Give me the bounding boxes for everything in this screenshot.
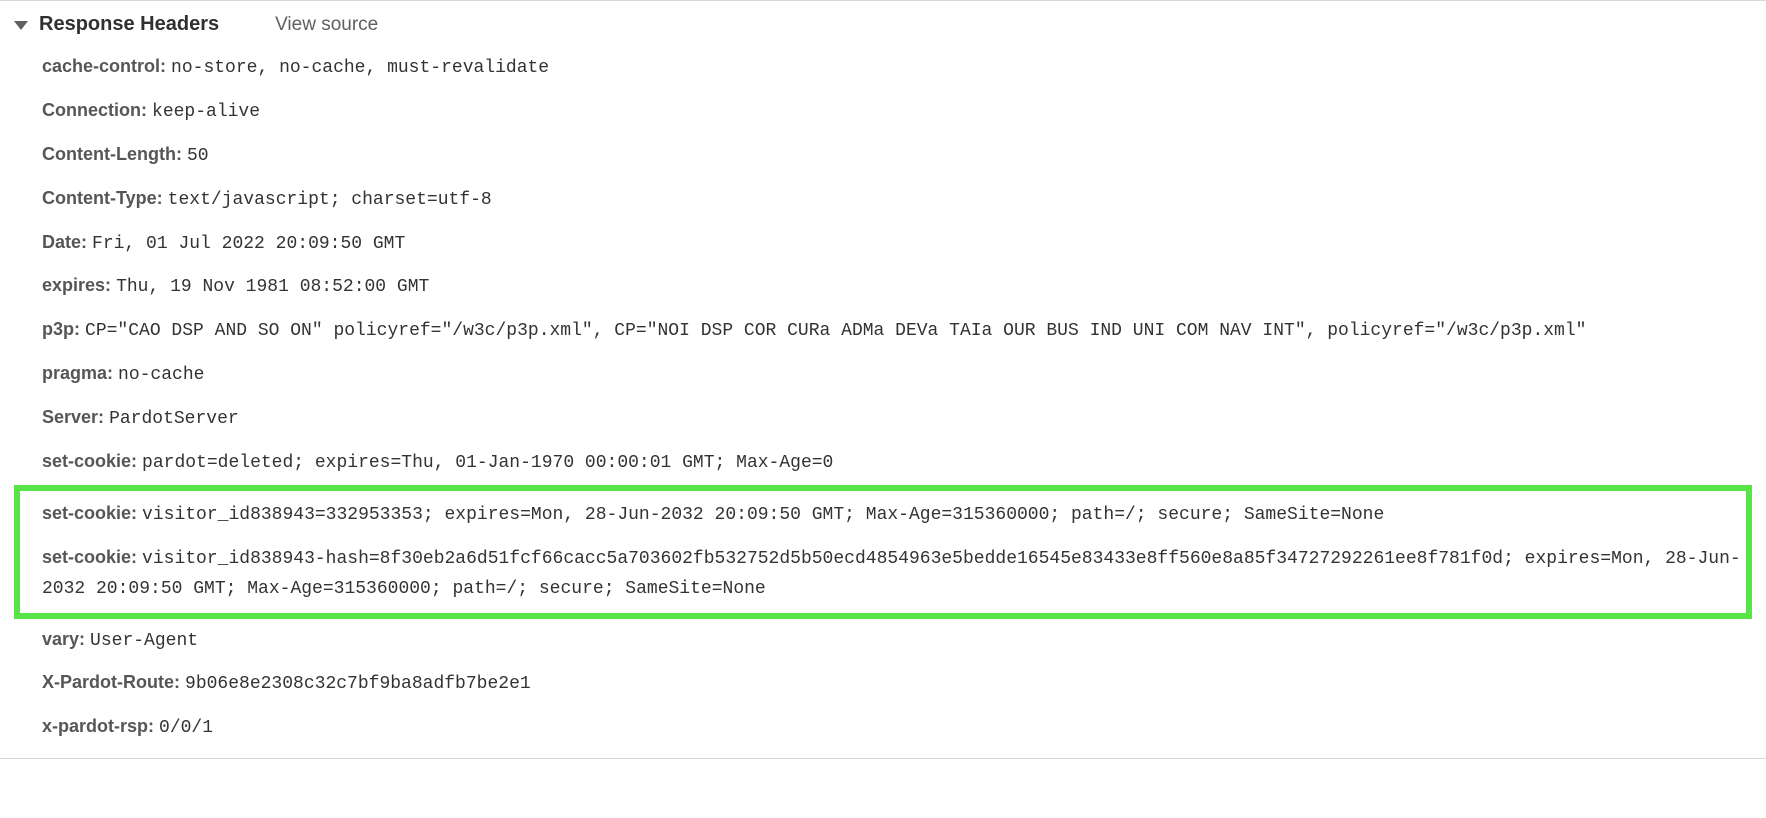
header-value: 9b06e8e2308c32c7bf9ba8adfb7be2e1 xyxy=(185,674,531,694)
header-name: Server: xyxy=(42,407,104,427)
header-value: Fri, 01 Jul 2022 20:09:50 GMT xyxy=(92,234,405,254)
header-value: text/javascript; charset=utf-8 xyxy=(168,190,492,210)
header-value: no-store, no-cache, must-revalidate xyxy=(171,58,549,78)
header-name: vary: xyxy=(42,629,85,649)
header-name: cache-control: xyxy=(42,56,166,76)
highlight-annotation: set-cookie: visitor_id838943=332953353; … xyxy=(14,485,1752,619)
header-name: Content-Type: xyxy=(42,188,163,208)
header-content-length: Content-Length: 50 xyxy=(0,134,1766,178)
header-content-type: Content-Type: text/javascript; charset=u… xyxy=(0,178,1766,222)
header-cache-control: cache-control: no-store, no-cache, must-… xyxy=(0,46,1766,90)
headers-list: cache-control: no-store, no-cache, must-… xyxy=(0,40,1766,750)
header-p3p: p3p: CP="CAO DSP AND SO ON" policyref="/… xyxy=(0,309,1766,353)
header-name: pragma: xyxy=(42,363,113,383)
header-value: no-cache xyxy=(118,365,204,385)
disclosure-triangle-icon[interactable] xyxy=(14,21,28,30)
header-name: expires: xyxy=(42,275,111,295)
header-value: visitor_id838943=332953353; expires=Mon,… xyxy=(142,505,1384,525)
header-server: Server: PardotServer xyxy=(0,397,1766,441)
header-pragma: pragma: no-cache xyxy=(0,353,1766,397)
header-name: set-cookie: xyxy=(42,503,137,523)
header-name: Content-Length: xyxy=(42,144,182,164)
header-name: Connection: xyxy=(42,100,147,120)
header-name: x-pardot-rsp: xyxy=(42,716,154,736)
header-value: keep-alive xyxy=(152,102,260,122)
header-set-cookie: set-cookie: visitor_id838943=332953353; … xyxy=(20,493,1746,537)
header-value: CP="CAO DSP AND SO ON" policyref="/w3c/p… xyxy=(85,321,1586,341)
header-value: User-Agent xyxy=(90,631,198,651)
header-name: p3p: xyxy=(42,319,80,339)
header-connection: Connection: keep-alive xyxy=(0,90,1766,134)
header-expires: expires: Thu, 19 Nov 1981 08:52:00 GMT xyxy=(0,265,1766,309)
header-date: Date: Fri, 01 Jul 2022 20:09:50 GMT xyxy=(0,222,1766,266)
header-name: set-cookie: xyxy=(42,451,137,471)
header-vary: vary: User-Agent xyxy=(0,619,1766,663)
header-x-pardot-rsp: x-pardot-rsp: 0/0/1 xyxy=(0,706,1766,750)
header-value: visitor_id838943-hash=8f30eb2a6d51fcf66c… xyxy=(42,549,1741,599)
header-value: 0/0/1 xyxy=(159,718,213,738)
header-name: set-cookie: xyxy=(42,547,137,567)
view-source-link[interactable]: View source xyxy=(275,14,378,36)
header-value: pardot=deleted; expires=Thu, 01-Jan-1970… xyxy=(142,453,833,473)
header-value: PardotServer xyxy=(109,409,239,429)
header-set-cookie: set-cookie: visitor_id838943-hash=8f30eb… xyxy=(20,537,1746,611)
header-value: 50 xyxy=(187,146,209,166)
response-headers-panel: Response Headers View source cache-contr… xyxy=(0,0,1766,759)
header-name: X-Pardot-Route: xyxy=(42,672,180,692)
header-name: Date: xyxy=(42,232,87,252)
section-title: Response Headers xyxy=(39,13,219,35)
header-set-cookie: set-cookie: pardot=deleted; expires=Thu,… xyxy=(0,441,1766,485)
header-value: Thu, 19 Nov 1981 08:52:00 GMT xyxy=(116,277,429,297)
header-x-pardot-route: X-Pardot-Route: 9b06e8e2308c32c7bf9ba8ad… xyxy=(0,662,1766,706)
response-headers-section-header[interactable]: Response Headers View source xyxy=(0,9,1766,40)
